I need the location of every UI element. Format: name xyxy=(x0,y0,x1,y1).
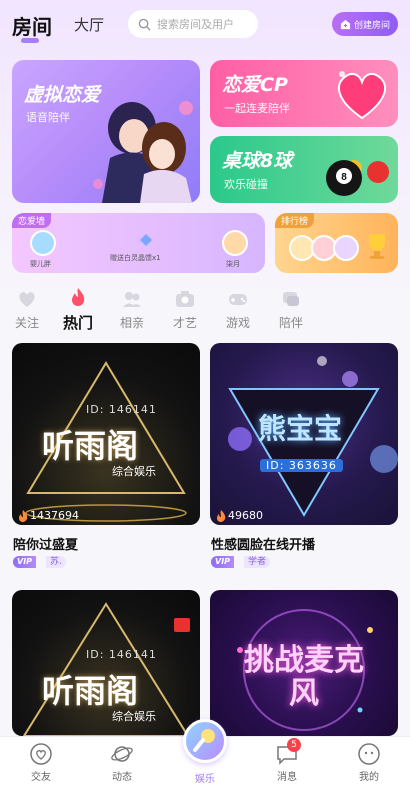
search-icon xyxy=(138,18,151,31)
room-title[interactable]: 陪你过盛夏 xyxy=(13,534,78,553)
category-game[interactable]: 游戏 xyxy=(218,288,258,331)
face-icon xyxy=(358,743,380,765)
banner-subtitle: 一起连麦陪伴 xyxy=(224,102,290,115)
category-label: 关注 xyxy=(14,316,39,330)
microphone-icon xyxy=(193,729,215,752)
vip-badge: VIP xyxy=(211,556,235,568)
poster-title: 熊宝宝 xyxy=(258,412,343,445)
billiard-ball-icon: 8 xyxy=(326,160,389,196)
poster-subtitle: 综合娱乐 xyxy=(112,710,156,723)
trophy-icon xyxy=(369,234,385,259)
category-dating[interactable]: 相亲 xyxy=(112,288,152,331)
category-label: 热门 xyxy=(62,314,93,332)
love-wall[interactable]: 恋爱墙 婴儿胖 赠送白灵晶馈x1 柒月 xyxy=(12,213,265,273)
nav-label: 消息 xyxy=(277,772,297,783)
avatar xyxy=(333,235,359,261)
left-username: 婴儿胖 xyxy=(30,260,51,268)
svg-text:8: 8 xyxy=(341,172,347,183)
poster-title: 听雨阁 xyxy=(42,427,139,465)
poster-id: ID: 363636 xyxy=(260,459,343,472)
poster-id: ID: 146141 xyxy=(86,648,157,661)
room-card[interactable]: 熊宝宝 ID: 363636 49680 xyxy=(210,343,398,525)
nav-label: 我的 xyxy=(359,772,379,783)
nav-me[interactable]: 我的 xyxy=(344,742,394,783)
gift-message: 赠送白灵晶馈x1 xyxy=(110,254,161,262)
rank-label: 排行榜 xyxy=(275,213,315,228)
entertainment-center-button[interactable] xyxy=(183,719,227,763)
category-hot[interactable]: 热门 xyxy=(58,286,98,333)
love-wall-label: 恋爱墙 xyxy=(12,213,52,228)
poster-triangle xyxy=(22,602,190,736)
banner-title: 桌球8球 xyxy=(222,150,293,172)
rank-board[interactable]: 排行榜 xyxy=(275,213,398,273)
heart-chat-icon xyxy=(30,743,52,765)
banner-title: 恋爱CP xyxy=(222,74,288,96)
nav-label: 动态 xyxy=(112,772,132,783)
create-room-button[interactable]: 创建房间 xyxy=(332,12,398,36)
poster-subtitle: 综合娱乐 xyxy=(112,465,156,478)
home-plus-icon xyxy=(340,19,351,29)
create-room-label: 创建房间 xyxy=(353,20,390,31)
search-input[interactable]: 搜索房间及用户 xyxy=(128,10,258,38)
couple-icon xyxy=(123,292,141,307)
camera-icon xyxy=(176,291,194,307)
nav-feed[interactable]: 动态 xyxy=(97,742,147,783)
room-title[interactable]: 性感圆脸在线开播 xyxy=(211,534,315,553)
hot-count: 49680 xyxy=(216,509,263,522)
poster-title: 挑战麦克风 xyxy=(244,643,364,711)
gift-icon xyxy=(140,234,152,246)
category-label: 陪伴 xyxy=(278,316,303,330)
poster-title: 听雨阁 xyxy=(42,672,139,710)
fire-icon xyxy=(19,509,28,522)
host-tag: 学者 xyxy=(244,556,271,568)
banner-subtitle: 欢乐碰撞 xyxy=(224,178,268,191)
nav-entertainment[interactable]: 娱乐 xyxy=(180,770,230,785)
nav-make-friends[interactable]: 交友 xyxy=(16,742,66,783)
fire-icon xyxy=(217,509,226,522)
tab-rooms[interactable]: 房间 xyxy=(12,11,52,40)
vip-badge: VIP xyxy=(13,556,37,568)
message-badge: 5 xyxy=(287,738,301,752)
room-card[interactable]: 挑战麦克风 xyxy=(210,590,398,736)
room-card[interactable]: ID: 146141 听雨阁 综合娱乐 1437694 xyxy=(12,343,200,525)
flame-icon xyxy=(72,288,85,306)
host-tag: 苏. xyxy=(46,556,66,568)
gamepad-icon xyxy=(229,294,247,305)
heart-icon xyxy=(337,71,387,120)
nav-label: 交友 xyxy=(31,772,51,783)
nav-label: 娱乐 xyxy=(195,774,215,785)
category-label: 才艺 xyxy=(172,316,197,330)
category-talent[interactable]: 才艺 xyxy=(165,288,205,331)
hot-count: 1437694 xyxy=(18,509,79,522)
heart-icon xyxy=(19,292,35,307)
active-tab-indicator xyxy=(21,38,39,43)
poster-id: ID: 146141 xyxy=(86,403,157,416)
planet-icon xyxy=(111,746,133,762)
banner-billiards[interactable]: 桌球8球 欢乐碰撞 8 xyxy=(210,136,398,203)
room-card[interactable]: ID: 146141 听雨阁 综合娱乐 xyxy=(12,590,200,736)
avatar xyxy=(222,230,248,256)
category-follow[interactable]: 关注 xyxy=(7,288,47,331)
banner-subtitle: 语音陪伴 xyxy=(26,111,70,124)
category-label: 相亲 xyxy=(119,316,144,330)
chat-icon xyxy=(283,292,299,306)
tab-hall[interactable]: 大厅 xyxy=(74,14,104,35)
banner-love-cp[interactable]: 恋爱CP 一起连麦陪伴 xyxy=(210,60,398,127)
category-companion[interactable]: 陪伴 xyxy=(271,288,311,331)
category-label: 游戏 xyxy=(225,316,250,330)
right-username: 柒月 xyxy=(226,260,240,268)
avatar xyxy=(30,230,56,256)
couple-illustration xyxy=(93,101,193,203)
search-placeholder: 搜索房间及用户 xyxy=(157,18,234,31)
banner-virtual-love[interactable]: 虚拟恋爱 语音陪伴 xyxy=(12,60,200,203)
